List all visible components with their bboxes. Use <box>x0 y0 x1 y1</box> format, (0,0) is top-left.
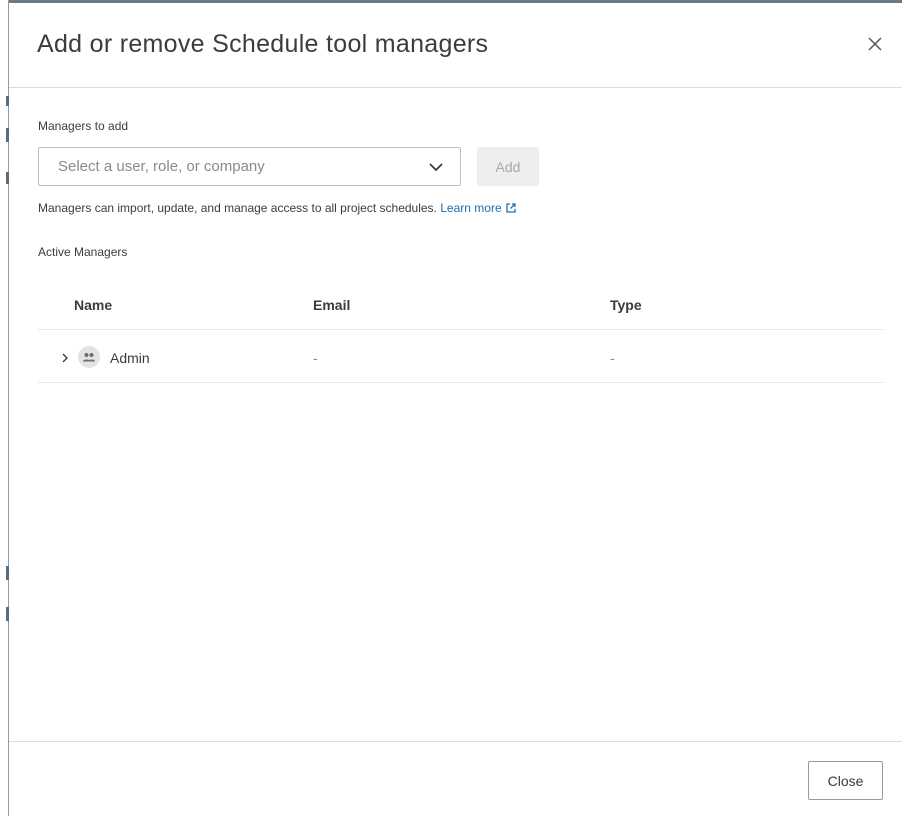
learn-more-link[interactable]: Learn more <box>440 201 516 215</box>
row-name: Admin <box>110 350 150 366</box>
background-mark <box>6 96 9 106</box>
background-mark <box>6 172 9 184</box>
background-mark <box>6 607 9 621</box>
column-header-type: Type <box>610 297 642 313</box>
help-text: Managers can import, update, and manage … <box>38 201 517 215</box>
close-icon[interactable] <box>865 34 885 54</box>
learn-more-label: Learn more <box>440 201 502 215</box>
managers-to-add-label: Managers to add <box>38 119 129 133</box>
external-link-icon <box>505 203 516 213</box>
footer-divider <box>9 741 902 742</box>
background-mark <box>6 566 9 580</box>
manage-schedule-managers-dialog: Add or remove Schedule tool managers Man… <box>0 0 902 816</box>
select-placeholder: Select a user, role, or company <box>58 158 265 175</box>
table-header: Name Email Type <box>38 280 883 330</box>
background-page-strip <box>0 0 9 816</box>
active-managers-label: Active Managers <box>38 245 128 259</box>
chevron-down-icon <box>429 163 443 172</box>
row-email: - <box>313 350 318 366</box>
column-header-email: Email <box>313 297 351 313</box>
dialog-header: Add or remove Schedule tool managers <box>9 3 902 88</box>
add-manager-button[interactable]: Add <box>477 147 539 186</box>
chevron-right-icon[interactable] <box>61 353 69 363</box>
background-mark <box>6 128 9 142</box>
table-row[interactable]: Admin - - <box>38 330 883 383</box>
role-group-icon <box>78 346 100 368</box>
close-button[interactable]: Close <box>808 761 883 800</box>
help-text-body: Managers can import, update, and manage … <box>38 201 437 215</box>
manager-select-dropdown[interactable]: Select a user, role, or company <box>38 147 461 186</box>
column-header-name: Name <box>74 297 113 313</box>
active-managers-table: Name Email Type Admin - - <box>38 280 883 383</box>
dialog-title: Add or remove Schedule tool managers <box>37 30 489 58</box>
row-type: - <box>610 350 615 366</box>
